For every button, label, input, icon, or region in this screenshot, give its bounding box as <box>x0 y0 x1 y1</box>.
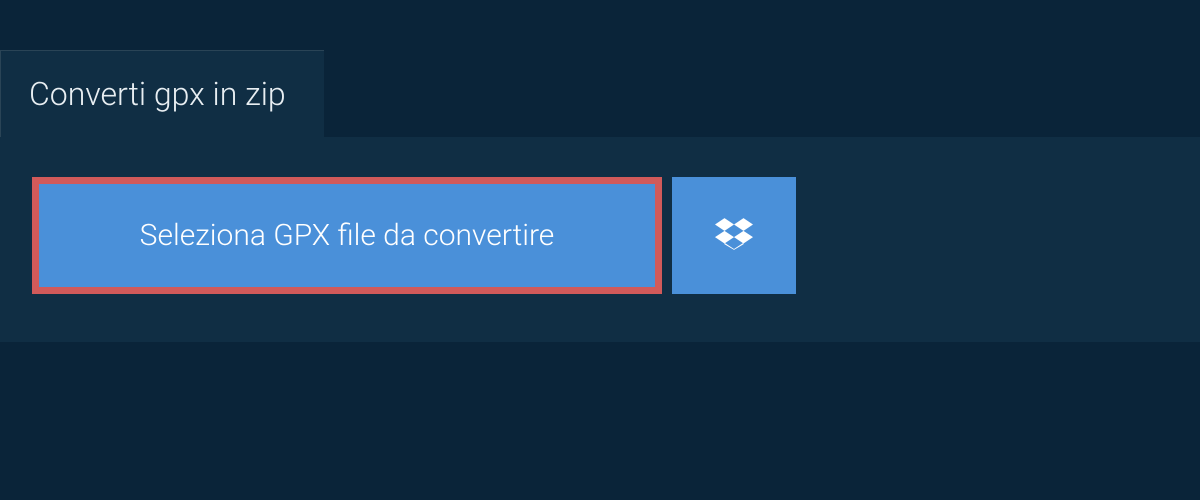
dropbox-button[interactable] <box>672 177 796 294</box>
button-row: Seleziona GPX file da convertire <box>32 177 1168 294</box>
convert-panel: Seleziona GPX file da convertire <box>0 137 1200 342</box>
dropbox-icon <box>715 215 753 257</box>
tab-convert[interactable]: Converti gpx in zip <box>0 50 324 137</box>
tab-label: Converti gpx in zip <box>29 75 286 113</box>
select-file-label: Seleziona GPX file da convertire <box>140 218 555 253</box>
select-file-button[interactable]: Seleziona GPX file da convertire <box>32 177 662 294</box>
